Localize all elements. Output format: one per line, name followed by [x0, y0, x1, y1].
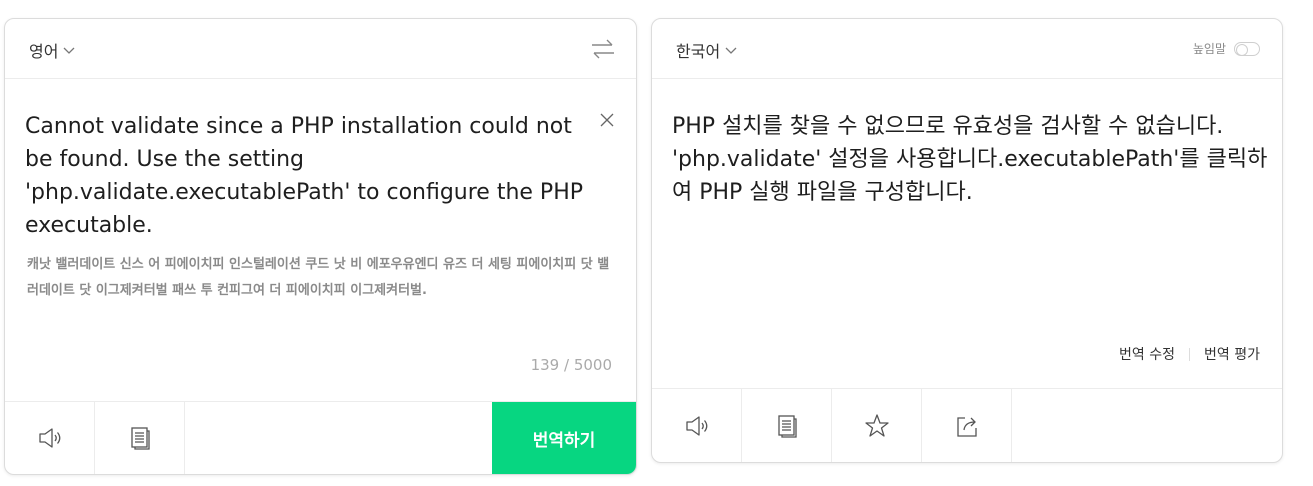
- source-listen-button[interactable]: [5, 402, 95, 474]
- pronunciation-text: 캐낫 밸러데이트 신스 어 피에이치피 인스털레이션 쿠드 낫 비 에포우유엔디…: [27, 257, 610, 298]
- favorite-button[interactable]: [832, 389, 922, 462]
- chevron-down-icon: [63, 47, 75, 54]
- close-icon[interactable]: [599, 112, 615, 128]
- source-copy-button[interactable]: [95, 402, 185, 474]
- translate-button[interactable]: 번역하기: [492, 402, 636, 474]
- source-language-label: 영어: [29, 42, 59, 61]
- target-header: 한국어 높임말: [652, 19, 1282, 79]
- star-icon: [864, 413, 889, 437]
- target-toolbar: [652, 388, 1282, 462]
- target-listen-button[interactable]: [652, 389, 742, 462]
- feedback-links: 번역 수정 번역 평가: [1119, 344, 1260, 364]
- character-counter: 139 / 5000: [530, 356, 612, 374]
- source-toolbar: 번역하기: [5, 401, 636, 474]
- source-panel: 영어 Cannot validate since a PHP installat…: [4, 18, 637, 475]
- toggle-switch[interactable]: [1234, 41, 1260, 56]
- honorific-toggle[interactable]: 높임말: [1193, 40, 1260, 57]
- translated-text: PHP 설치를 찾을 수 없으므로 유효성을 검사할 수 없습니다. 'php.…: [672, 114, 1268, 205]
- source-header: 영어: [5, 19, 636, 79]
- share-icon: [956, 416, 977, 437]
- source-language-select[interactable]: 영어: [29, 38, 76, 62]
- divider: [1189, 347, 1191, 361]
- target-panel: 한국어 높임말 PHP 설치를 찾을 수 없으므로 유효성을 검사할 수 없습니…: [651, 18, 1283, 463]
- copy-icon: [777, 414, 797, 438]
- share-button[interactable]: [922, 389, 1012, 462]
- target-copy-button[interactable]: [742, 389, 832, 462]
- target-language-label: 한국어: [676, 42, 721, 61]
- chevron-down-icon: [725, 47, 737, 54]
- speaker-icon: [38, 428, 60, 448]
- copy-icon: [130, 427, 150, 450]
- speaker-icon: [685, 415, 707, 436]
- swap-icon[interactable]: [590, 37, 616, 61]
- rate-translation-link[interactable]: 번역 평가: [1204, 344, 1260, 364]
- source-text[interactable]: Cannot validate since a PHP installation…: [25, 110, 595, 242]
- edit-translation-link[interactable]: 번역 수정: [1119, 344, 1175, 364]
- target-language-select[interactable]: 한국어: [676, 38, 738, 62]
- honorific-label: 높임말: [1192, 42, 1226, 56]
